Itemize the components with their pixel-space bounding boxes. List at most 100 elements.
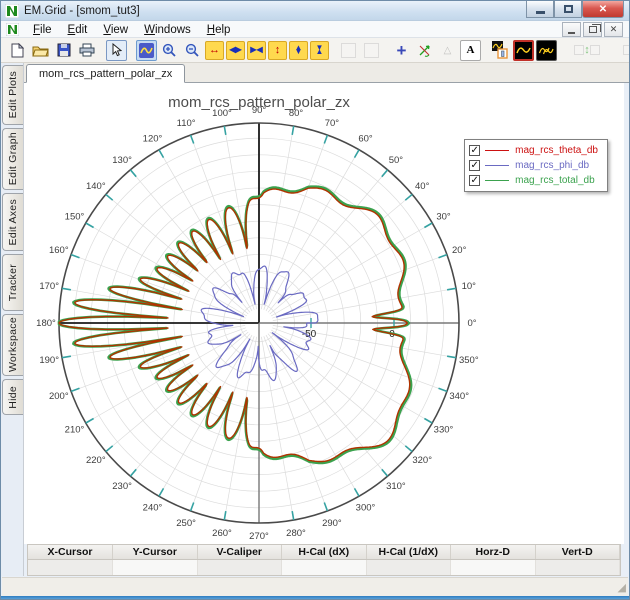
open-file-button[interactable]	[30, 40, 51, 61]
triangle-button[interactable]: △	[437, 40, 458, 61]
sidebar-tab-tracker[interactable]: Tracker	[2, 254, 23, 311]
angle-tick-label: 320°	[412, 455, 432, 466]
readout-cell	[450, 559, 536, 575]
angle-tick-label: 190°	[39, 355, 59, 366]
sidebar-tab-hide[interactable]: Hide	[2, 379, 23, 415]
readout-column-header: H-Cal (dX)	[281, 545, 367, 560]
angle-tick-label: 270°	[249, 531, 269, 542]
maximize-button[interactable]	[554, 1, 582, 18]
expand-y-button[interactable]: ↕	[268, 40, 287, 60]
tab-mom-rcs-pattern-polar-zx[interactable]: mom_rcs_pattern_polar_zx	[26, 64, 186, 83]
mdi-close-button[interactable]: ✕	[604, 22, 623, 37]
legend-line-swatch	[485, 180, 510, 181]
crosshair-button[interactable]: +	[391, 40, 412, 61]
close-button[interactable]: ✕	[582, 1, 624, 18]
zoom-in-icon[interactable]	[159, 40, 180, 61]
angle-tick-label: 70°	[325, 118, 340, 129]
readout-column-header: V-Caliper	[197, 545, 282, 560]
zoom-out-icon[interactable]	[182, 40, 203, 61]
menu-item-windows[interactable]: Windows	[136, 23, 199, 37]
readout-column-header: Vert-D	[535, 545, 620, 560]
text-tool-button[interactable]: A	[460, 39, 481, 61]
angle-tick-label: 0°	[467, 318, 476, 329]
angle-tick-label: 250°	[176, 518, 196, 529]
legend-checkbox[interactable]: ✓	[469, 160, 481, 171]
angle-tick-label: 160°	[49, 245, 69, 256]
angle-tick-label: 20°	[452, 245, 467, 256]
plot-style-button[interactable]	[490, 40, 511, 61]
readout-column-header: Y-Cursor	[112, 545, 198, 560]
legend: ✓ mag_rcs_theta_db ✓ mag_rcs_phi_db ✓ mag_rcs…	[464, 139, 608, 192]
sidebar-tab-workspace[interactable]: Workspace	[2, 314, 23, 376]
angle-tick-label: 110°	[177, 118, 196, 129]
angle-tick-label: 170°	[39, 281, 59, 292]
minimize-button[interactable]	[526, 1, 554, 18]
dark-plot-multi-button[interactable]	[536, 39, 557, 61]
save-button[interactable]	[53, 40, 74, 61]
resize-grip-icon[interactable]: ◢	[618, 581, 626, 594]
print-button[interactable]	[76, 40, 97, 61]
mdi-restore-button[interactable]	[583, 22, 602, 37]
plot-mode-button[interactable]	[136, 39, 157, 61]
sidebar-tab-edit-axes[interactable]: Edit Axes	[2, 193, 23, 251]
compress-y-button[interactable]: ▼ ▲	[310, 40, 329, 60]
angle-tick-label: 50°	[389, 155, 404, 166]
pointer-tool-button[interactable]	[106, 39, 127, 61]
series-mag_rcs_theta_db	[58, 187, 411, 463]
legend-label: mag_rcs_theta_db	[515, 145, 598, 156]
limit-left-button[interactable]	[338, 40, 359, 61]
mdi-minimize-button[interactable]	[562, 22, 581, 37]
angle-tick-label: 330°	[434, 425, 454, 436]
new-file-button[interactable]	[7, 40, 28, 61]
fit-vertical-button[interactable]: ↕	[566, 40, 608, 61]
angle-tick-label: 340°	[449, 391, 469, 402]
shrink-y-button[interactable]: ▲ ▼	[289, 40, 308, 60]
axes-tool-button[interactable]	[414, 40, 435, 61]
legend-checkbox[interactable]: ✓	[469, 145, 481, 156]
legend-item: ✓ mag_rcs_total_db	[469, 173, 598, 188]
readout-column-header: Horz-D	[450, 545, 536, 560]
legend-item: ✓ mag_rcs_theta_db	[469, 143, 598, 158]
angle-tick-label: 210°	[65, 425, 85, 436]
window-title: EM.Grid - [smom_tut3]	[24, 4, 140, 17]
angle-tick-label: 150°	[65, 212, 85, 223]
angle-tick-label: 240°	[143, 503, 163, 514]
fit-horizontal-button[interactable]: ↔	[617, 40, 629, 61]
expand-x-button[interactable]: ↔	[205, 40, 224, 60]
dark-plot-single-button[interactable]	[513, 39, 534, 61]
angle-tick-label: 300°	[356, 503, 376, 514]
menu-item-help[interactable]: Help	[199, 23, 239, 37]
sidebar-tab-edit-graph[interactable]: Edit Graph	[2, 128, 23, 190]
toolbar: ↔ ◀▶ ▶◀ ↕ ▲▼ ▼▲ + △ A ↕ ↔ Layou	[1, 38, 629, 63]
readout-cell	[535, 559, 620, 575]
menu-item-view[interactable]: View	[95, 23, 136, 37]
menu-bar: File Edit View Windows Help ✕	[1, 21, 629, 38]
plot-area: -50 0 0° 10° 20° 30° 40° 50° 60° 70° 80° 90° 100° 110…	[24, 83, 624, 544]
legend-label: mag_rcs_phi_db	[515, 160, 590, 171]
angle-tick-label: 140°	[86, 181, 106, 192]
legend-item: ✓ mag_rcs_phi_db	[469, 158, 598, 173]
readout-column-header: X-Cursor	[28, 545, 113, 560]
angle-tick-label: 10°	[462, 281, 477, 292]
legend-checkbox[interactable]: ✓	[469, 175, 481, 186]
readout-column-header: H-Cal (1/dX)	[366, 545, 451, 560]
angle-tick-label: 260°	[212, 528, 232, 539]
readout-cell	[281, 559, 367, 575]
app-icon	[5, 3, 19, 18]
limit-right-button[interactable]	[361, 40, 382, 61]
angle-tick-label: 290°	[322, 518, 342, 529]
menu-item-edit[interactable]: Edit	[60, 23, 96, 37]
title-bar[interactable]: EM.Grid - [smom_tut3] ✕	[1, 1, 629, 21]
sidebar-tab-edit-plots[interactable]: Edit Plots	[2, 65, 23, 125]
angle-tick-label: 230°	[112, 481, 132, 492]
shrink-x-button[interactable]: ◀▶	[226, 40, 245, 60]
series-mag_rcs_total_db	[57, 185, 413, 465]
angle-tick-label: 120°	[143, 134, 163, 145]
angle-tick-label: 40°	[415, 181, 430, 192]
compress-x-button[interactable]: ▶◀	[247, 40, 266, 60]
legend-label: mag_rcs_total_db	[515, 175, 595, 186]
angle-tick-label: 180°	[36, 318, 56, 329]
angle-tick-label: 60°	[358, 134, 373, 145]
angle-tick-label: 350°	[459, 355, 479, 366]
menu-item-file[interactable]: File	[25, 23, 60, 37]
